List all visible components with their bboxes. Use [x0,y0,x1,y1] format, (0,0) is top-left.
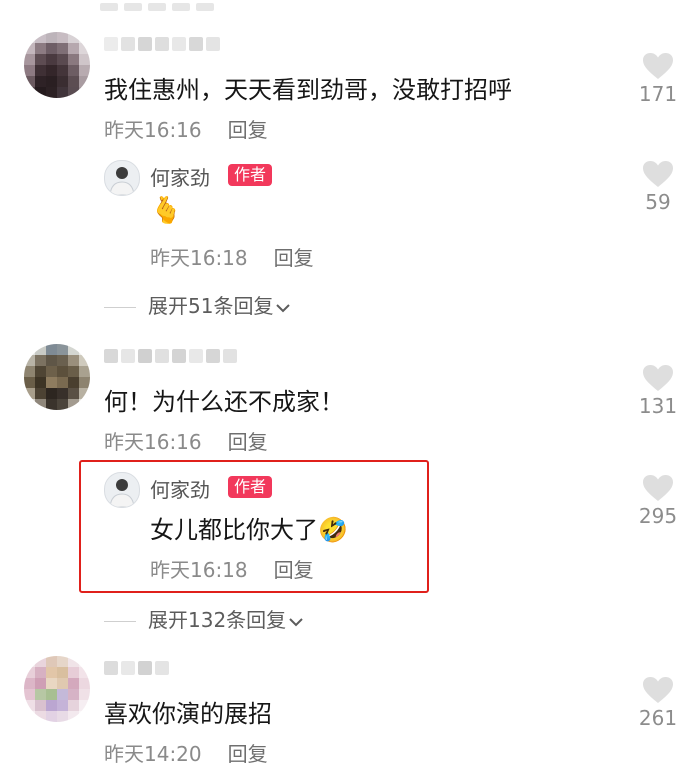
like-button[interactable]: 171 [632,52,684,106]
comment-meta: 昨天14:20 回复 [104,738,268,767]
like-button[interactable]: 261 [632,676,684,730]
comment-text: 喜欢你演的展招 [104,700,272,728]
author-avatar[interactable] [104,160,140,196]
chevron-down-icon [276,303,291,312]
username-blurred[interactable] [104,660,172,675]
expand-label: 展开51条回复 [148,294,274,318]
like-button[interactable]: 295 [632,474,684,528]
comment-text: 何！为什么还不成家！ [104,388,344,416]
reply-meta: 昨天16:18 回复 [150,242,314,271]
reply-time: 昨天16:18 [150,246,248,270]
like-count: 295 [638,504,678,528]
comment-time: 昨天16:16 [104,430,202,454]
reply-button[interactable]: 回复 [228,118,268,142]
comment-meta: 昨天16:16 回复 [104,114,268,143]
divider [104,307,136,308]
username-blurred[interactable] [104,348,240,363]
reply-button[interactable]: 回复 [274,246,314,270]
chevron-down-icon [289,617,303,626]
author-name[interactable]: 何家劲 [150,162,210,191]
heart-icon [643,365,673,391]
divider [104,621,136,622]
like-count: 261 [638,706,678,730]
avatar[interactable] [24,32,90,98]
reply-button[interactable]: 回复 [228,430,268,454]
highlight-box [79,460,429,593]
heart-icon [643,161,673,187]
heart-icon [643,475,673,501]
comment-time: 昨天14:20 [104,742,202,766]
expand-label: 展开132条回复 [148,608,287,632]
comment-time: 昨天16:16 [104,118,202,142]
reply-text: 🫰 [150,196,183,226]
expand-replies-button[interactable]: 展开51条回复 [104,290,291,319]
username-blurred[interactable] [104,36,223,51]
avatar[interactable] [24,344,90,410]
reply-button[interactable]: 回复 [228,742,268,766]
like-button[interactable]: 59 [632,160,684,214]
avatar[interactable] [24,656,90,722]
comment-list: 我住惠州，天天看到劲哥，没敢打招呼 昨天16:16 回复 171 何家劲 作者 🫰… [0,0,700,782]
heart-icon [643,53,673,79]
like-count: 171 [638,82,678,106]
comment-text: 我住惠州，天天看到劲哥，没敢打招呼 [104,76,512,104]
like-button[interactable]: 131 [632,364,684,418]
previous-comment-fragment [100,0,300,11]
heart-icon [643,677,673,703]
like-count: 59 [645,190,671,214]
like-count: 131 [638,394,678,418]
author-badge: 作者 [228,164,273,186]
expand-replies-button[interactable]: 展开132条回复 [104,604,304,633]
comment-meta: 昨天16:16 回复 [104,426,268,455]
